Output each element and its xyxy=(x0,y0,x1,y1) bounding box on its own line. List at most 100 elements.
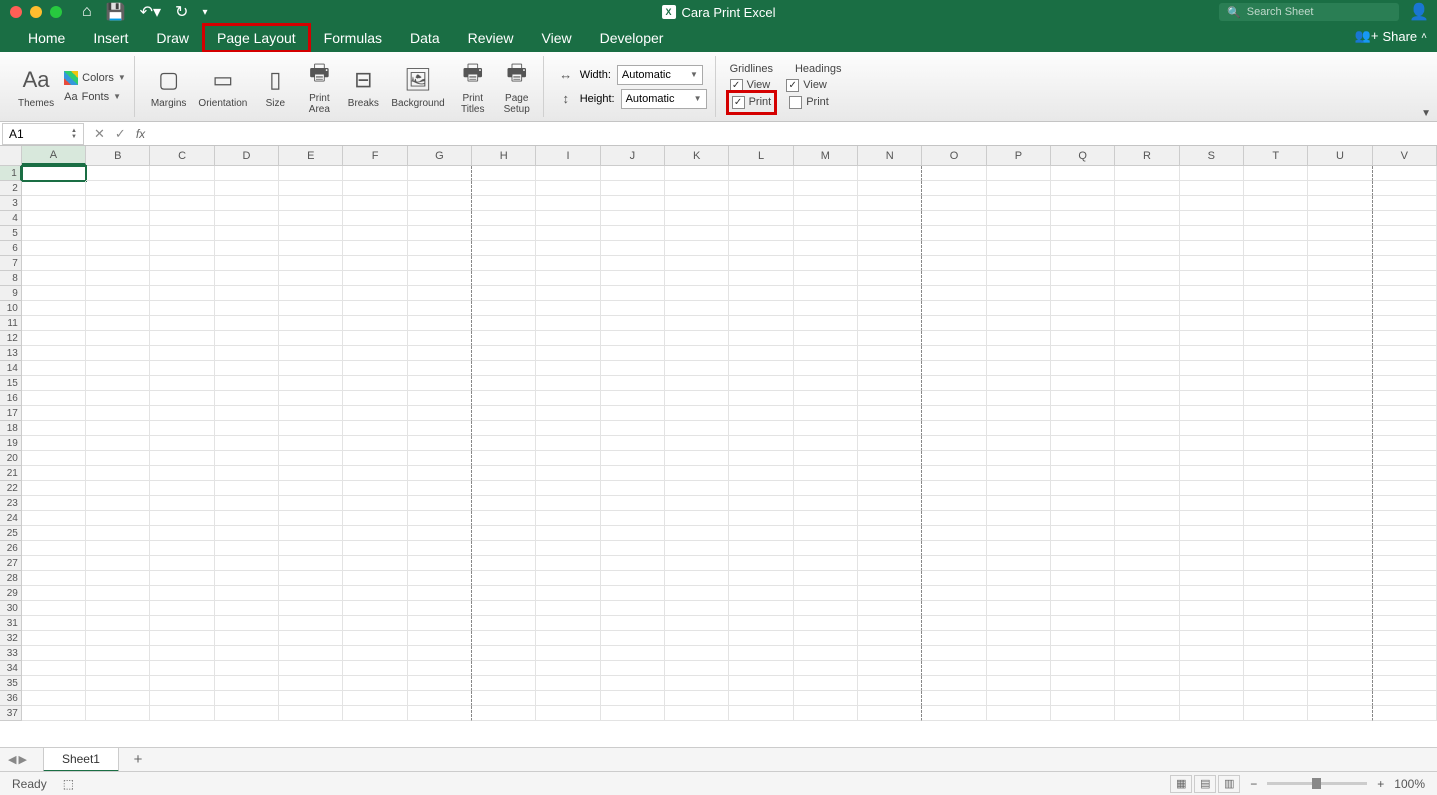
cell[interactable] xyxy=(536,406,600,421)
cell[interactable] xyxy=(858,256,922,271)
cell[interactable] xyxy=(536,391,600,406)
name-box[interactable]: A1 ▲▼ xyxy=(2,123,84,145)
cell[interactable] xyxy=(22,466,86,481)
cell[interactable] xyxy=(150,346,214,361)
cell[interactable] xyxy=(150,391,214,406)
tab-formulas[interactable]: Formulas xyxy=(310,24,396,52)
cell[interactable] xyxy=(1308,301,1372,316)
cell[interactable] xyxy=(922,571,986,586)
cell[interactable] xyxy=(215,181,279,196)
cell[interactable] xyxy=(536,181,600,196)
cell[interactable] xyxy=(665,376,729,391)
cell[interactable] xyxy=(1180,361,1244,376)
cell[interactable] xyxy=(922,691,986,706)
cell[interactable] xyxy=(729,391,793,406)
cell[interactable] xyxy=(343,571,407,586)
cell[interactable] xyxy=(665,316,729,331)
column-header[interactable]: P xyxy=(987,146,1051,165)
cell[interactable] xyxy=(343,451,407,466)
cell[interactable] xyxy=(86,556,150,571)
cell[interactable] xyxy=(86,256,150,271)
cell[interactable] xyxy=(1244,676,1308,691)
cell[interactable] xyxy=(1115,181,1179,196)
cell[interactable] xyxy=(794,226,858,241)
cell[interactable] xyxy=(1180,496,1244,511)
cell[interactable] xyxy=(858,376,922,391)
cell[interactable] xyxy=(1180,526,1244,541)
cell[interactable] xyxy=(987,676,1051,691)
cell[interactable] xyxy=(987,166,1051,181)
cell[interactable] xyxy=(1180,226,1244,241)
cell[interactable] xyxy=(1244,466,1308,481)
cell[interactable] xyxy=(1373,316,1437,331)
cell[interactable] xyxy=(279,511,343,526)
cell[interactable] xyxy=(22,421,86,436)
cell[interactable] xyxy=(1373,196,1437,211)
cell[interactable] xyxy=(794,286,858,301)
cell[interactable] xyxy=(794,646,858,661)
cell[interactable] xyxy=(22,586,86,601)
cell[interactable] xyxy=(1115,496,1179,511)
cell[interactable] xyxy=(665,241,729,256)
cell[interactable] xyxy=(86,406,150,421)
cell[interactable] xyxy=(922,556,986,571)
cell[interactable] xyxy=(22,541,86,556)
tab-data[interactable]: Data xyxy=(396,24,454,52)
cell[interactable] xyxy=(665,691,729,706)
cell[interactable] xyxy=(150,241,214,256)
cell[interactable] xyxy=(665,556,729,571)
cell[interactable] xyxy=(215,376,279,391)
cell[interactable] xyxy=(1115,541,1179,556)
cell[interactable] xyxy=(601,481,665,496)
column-header[interactable]: A xyxy=(22,146,86,165)
cell[interactable] xyxy=(86,586,150,601)
cell[interactable] xyxy=(279,601,343,616)
cell[interactable] xyxy=(1244,646,1308,661)
cell[interactable] xyxy=(858,556,922,571)
cell[interactable] xyxy=(1308,511,1372,526)
cell[interactable] xyxy=(22,316,86,331)
gridlines-print-checkbox[interactable]: ✓Print xyxy=(730,94,774,111)
cell[interactable] xyxy=(601,376,665,391)
row-header[interactable]: 17 xyxy=(0,406,22,421)
cell[interactable] xyxy=(922,631,986,646)
cell[interactable] xyxy=(1244,691,1308,706)
cell[interactable] xyxy=(343,496,407,511)
column-header[interactable]: H xyxy=(472,146,536,165)
cell[interactable] xyxy=(794,451,858,466)
cell[interactable] xyxy=(536,256,600,271)
cell[interactable] xyxy=(150,676,214,691)
cell[interactable] xyxy=(86,286,150,301)
cell[interactable] xyxy=(1180,166,1244,181)
width-dropdown[interactable]: Automatic▼ xyxy=(617,65,703,85)
cell[interactable] xyxy=(794,676,858,691)
cell[interactable] xyxy=(1115,511,1179,526)
cell[interactable] xyxy=(794,466,858,481)
cell[interactable] xyxy=(215,346,279,361)
cell[interactable] xyxy=(858,406,922,421)
cell[interactable] xyxy=(1308,256,1372,271)
cell[interactable] xyxy=(215,271,279,286)
cell[interactable] xyxy=(858,166,922,181)
cell[interactable] xyxy=(150,166,214,181)
row-header[interactable]: 31 xyxy=(0,616,22,631)
cell[interactable] xyxy=(1180,271,1244,286)
cell[interactable] xyxy=(922,466,986,481)
cell[interactable] xyxy=(215,646,279,661)
cell[interactable] xyxy=(729,676,793,691)
column-header[interactable]: M xyxy=(794,146,858,165)
cell[interactable] xyxy=(1308,166,1372,181)
cell[interactable] xyxy=(472,616,536,631)
cell[interactable] xyxy=(472,406,536,421)
gridlines-view-checkbox[interactable]: ✓View xyxy=(730,79,771,92)
cell[interactable] xyxy=(279,571,343,586)
cell[interactable] xyxy=(987,706,1051,721)
cell[interactable] xyxy=(1373,466,1437,481)
cell[interactable] xyxy=(987,586,1051,601)
cell[interactable] xyxy=(472,256,536,271)
cell[interactable] xyxy=(1115,256,1179,271)
cell[interactable] xyxy=(536,331,600,346)
cell[interactable] xyxy=(601,346,665,361)
cell[interactable] xyxy=(215,496,279,511)
cell[interactable] xyxy=(665,706,729,721)
